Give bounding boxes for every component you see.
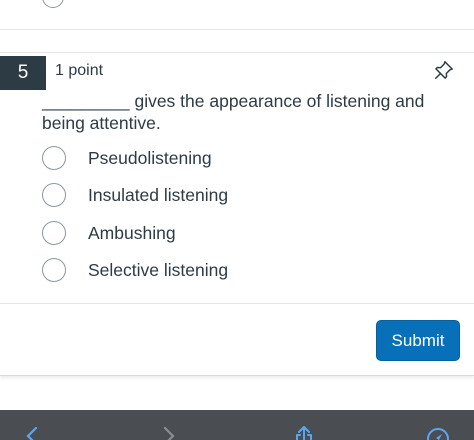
back-icon[interactable] <box>22 426 46 440</box>
answer-label: Insulated listening <box>88 184 229 205</box>
quiz-footer: Submit <box>0 304 474 376</box>
question-number: 5 <box>0 56 46 90</box>
previous-answer-radio[interactable] <box>42 0 64 8</box>
answer-radio[interactable] <box>42 183 66 207</box>
answer-radio[interactable] <box>42 258 66 282</box>
compass-icon[interactable] <box>426 426 450 440</box>
browser-toolbar <box>0 410 474 440</box>
submit-button[interactable]: Submit <box>376 320 460 361</box>
answer-option[interactable]: Pseudolistening <box>42 145 442 171</box>
answer-radio[interactable] <box>42 146 66 170</box>
answer-option[interactable]: Insulated listening <box>42 182 442 208</box>
forward-icon[interactable] <box>156 426 180 440</box>
answer-label: Selective listening <box>88 259 229 280</box>
answer-option[interactable]: Selective listening <box>42 257 442 283</box>
share-icon[interactable] <box>292 426 316 440</box>
previous-question-card <box>0 0 474 30</box>
answer-label: Pseudolistening <box>88 147 212 168</box>
pin-icon[interactable] <box>433 59 455 81</box>
question-card: 5 1 point _________ gives the appearance… <box>0 52 474 304</box>
question-points: 1 point <box>55 62 104 79</box>
answer-option[interactable]: Ambushing <box>42 220 442 246</box>
answer-radio[interactable] <box>42 221 66 245</box>
question-text: _________ gives the appearance of listen… <box>42 91 425 133</box>
answer-label: Ambushing <box>88 222 176 243</box>
